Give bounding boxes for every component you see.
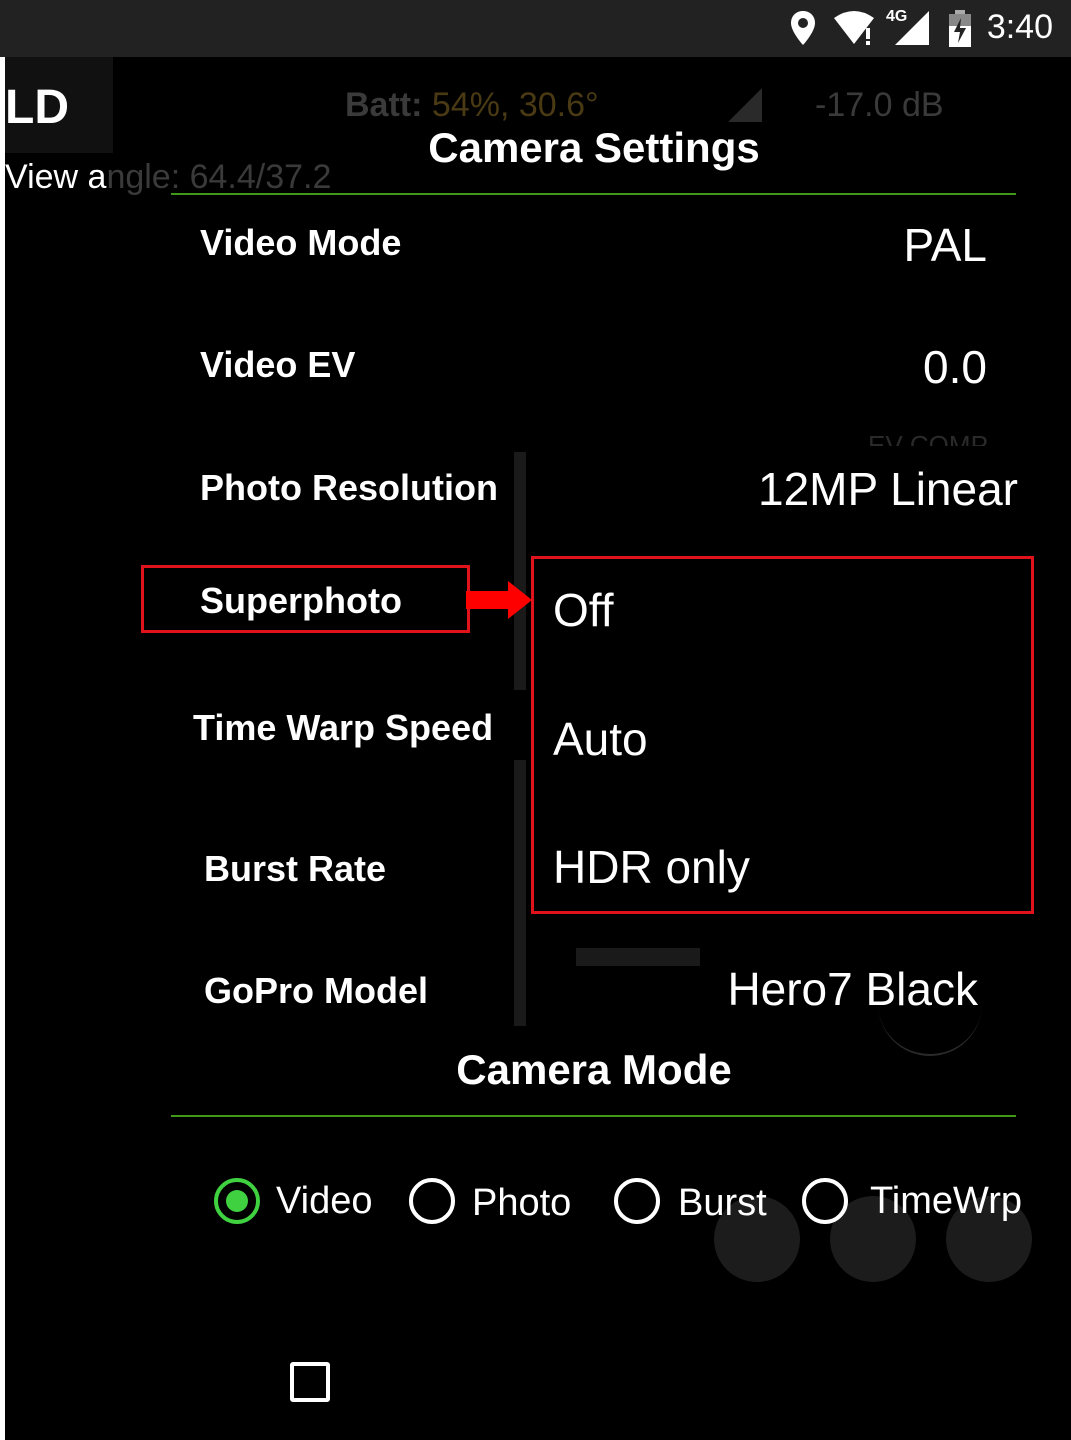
background-title: LD <box>5 81 69 134</box>
signal-db-readout: -17.0 dB <box>815 86 944 124</box>
camera-mode-title: Camera Mode <box>456 1046 732 1093</box>
status-bar: 4G 3:40 <box>0 0 1071 57</box>
superphoto-option-off[interactable]: Off <box>553 583 614 637</box>
view-angle-text: View angle: 64.4/37.2 <box>5 158 331 197</box>
radio-photo[interactable] <box>409 1178 455 1224</box>
video-ev-label[interactable]: Video EV <box>200 344 355 386</box>
photo-resolution-label[interactable]: Photo Resolution <box>200 467 498 509</box>
background-bar <box>514 452 526 690</box>
signal-icon <box>728 88 762 122</box>
radio-timewrp[interactable] <box>802 1178 848 1224</box>
batt-value: 54%, 30.6° <box>431 86 599 124</box>
batt-label: Batt: <box>345 86 423 124</box>
radio-timewrp-label[interactable]: TimeWrp <box>870 1180 1022 1223</box>
superphoto-option-hdr-only[interactable]: HDR only <box>553 840 750 894</box>
view-angle-prefix: View a <box>5 158 107 196</box>
superphoto-label[interactable]: Superphoto <box>200 580 402 622</box>
video-mode-label[interactable]: Video Mode <box>200 222 401 264</box>
camera-mode-divider <box>171 1115 1016 1117</box>
video-mode-value[interactable]: PAL <box>903 218 987 272</box>
superphoto-option-auto[interactable]: Auto <box>553 712 648 766</box>
clock: 3:40 <box>986 8 1053 46</box>
gopro-model-label[interactable]: GoPro Model <box>204 970 428 1012</box>
radio-video[interactable] <box>214 1178 260 1224</box>
photo-resolution-value[interactable]: 12MP Linear <box>758 462 1018 516</box>
radio-photo-label[interactable]: Photo <box>472 1182 571 1225</box>
video-ev-value[interactable]: 0.0 <box>923 340 987 394</box>
radio-burst[interactable] <box>614 1178 660 1224</box>
battery-readout: Batt: 54%, 30.6° <box>345 86 599 125</box>
background-bar <box>514 760 526 1026</box>
camera-settings-divider <box>171 193 1016 195</box>
ev-comp-label: EV COMP <box>868 430 988 446</box>
camera-settings-title: Camera Settings <box>428 124 760 171</box>
camera-mode-radio-group: Video Photo Burst TimeWrp <box>0 1176 1071 1236</box>
annotation-arrow <box>466 591 510 609</box>
radio-burst-label[interactable]: Burst <box>678 1182 767 1225</box>
recent-apps-button[interactable] <box>290 1362 330 1402</box>
burst-rate-label[interactable]: Burst Rate <box>204 848 386 890</box>
location-icon <box>791 11 815 45</box>
time-warp-speed-label[interactable]: Time Warp Speed <box>193 707 493 749</box>
background-bar <box>576 948 700 966</box>
annotation-arrow-head <box>508 581 532 619</box>
wifi-icon <box>834 11 874 45</box>
battery-charging-icon <box>949 10 971 47</box>
gopro-model-value[interactable]: Hero7 Black <box>727 962 978 1016</box>
radio-video-label[interactable]: Video <box>276 1180 373 1223</box>
cell-signal-icon <box>895 11 929 45</box>
